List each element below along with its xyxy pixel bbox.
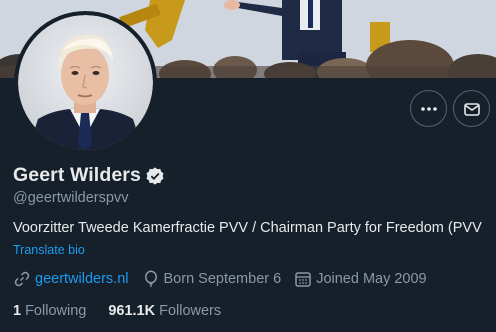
birthday-item: Born September 6 [142, 270, 282, 288]
following-link[interactable]: 1 Following [13, 303, 86, 319]
following-count: 1 [13, 303, 22, 319]
follow-stats: 1 Following 961.1K Followers [13, 303, 243, 319]
birthday-text: Born September 6 [163, 271, 282, 287]
handle: @geertwilderspvv [13, 190, 129, 206]
website-item: geertwilders.nl [13, 270, 129, 288]
followers-link[interactable]: 961.1K Followers [108, 303, 221, 319]
profile-page: Geert Wilders @geertwilderspvv Voorzitte… [0, 0, 496, 332]
following-label: Following [25, 303, 87, 319]
avatar[interactable] [14, 11, 157, 154]
followers-label: Followers [159, 303, 222, 319]
joined-text: Joined May 2009 [316, 271, 427, 287]
verified-badge-icon[interactable] [145, 166, 165, 186]
followers-count: 961.1K [108, 303, 156, 319]
calendar-icon [295, 272, 311, 287]
website-link[interactable]: geertwilders.nl [35, 271, 129, 287]
balloon-icon [144, 270, 157, 287]
mail-icon [463, 102, 480, 116]
display-name: Geert Wilders [13, 164, 141, 186]
message-button[interactable] [453, 90, 490, 127]
joined-item: Joined May 2009 [294, 270, 427, 288]
link-icon [14, 271, 30, 287]
more-icon [420, 106, 437, 111]
name-row: Geert Wilders [13, 164, 165, 187]
profile-meta: geertwilders.nl Born September 6 Joined … [13, 270, 440, 288]
more-button[interactable] [410, 90, 447, 127]
bio: Voorzitter Tweede Kamerfractie PVV / Cha… [13, 220, 482, 236]
translate-bio-link[interactable]: Translate bio [13, 243, 85, 257]
